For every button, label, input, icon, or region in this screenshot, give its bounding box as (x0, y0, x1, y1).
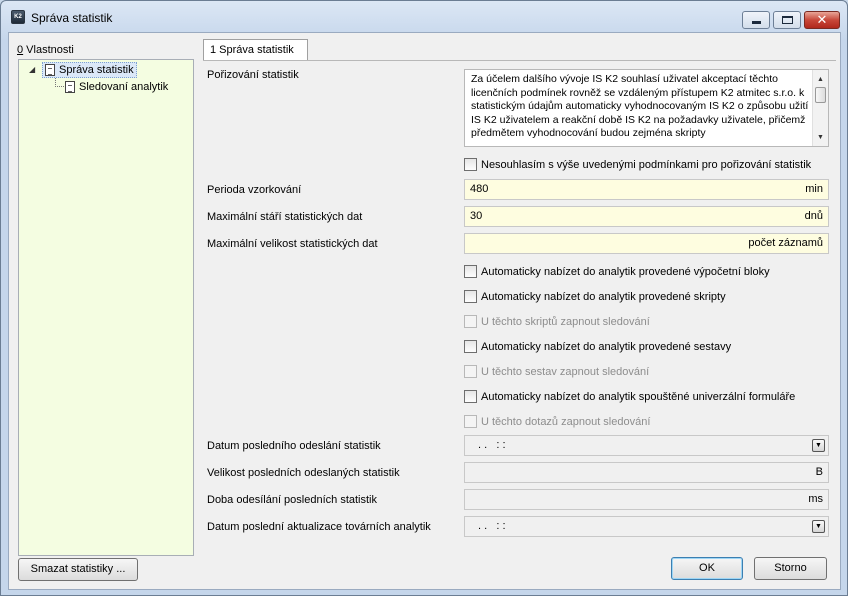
checkbox-label: Automaticky nabízet do analytik proveden… (481, 290, 726, 303)
checkbox-box (464, 365, 477, 378)
close-icon: ✕ (816, 12, 828, 27)
checkbox-label: Automaticky nabízet do analytik proveden… (481, 340, 732, 353)
velikost-label: Velikost posledních odeslaných statistik (207, 467, 400, 479)
field-unit: ms (808, 493, 823, 505)
checkbox-box[interactable] (464, 290, 477, 303)
tree-item-label: Správa statistik (59, 64, 134, 76)
check-sestavy[interactable]: Automaticky nabízet do analytik proveden… (464, 339, 731, 354)
maximize-icon (782, 16, 793, 24)
field-unit: B (815, 466, 823, 478)
checkbox-box (464, 415, 477, 428)
field-value: . . : : (478, 520, 506, 532)
checkbox-label: U těchto sestav zapnout sledování (481, 365, 650, 378)
check-sledovani-sestav: U těchto sestav zapnout sledování (464, 364, 649, 379)
tree-item-sledovani-analytik[interactable]: Sledovaní analytik (63, 79, 170, 95)
datum-aktualizace-select[interactable]: . . : : ▼ (464, 516, 829, 537)
max-velikost-input[interactable]: počet záznamů (464, 233, 829, 254)
close-button[interactable]: ✕ (804, 11, 840, 29)
field-value: 480 (470, 183, 489, 195)
dialog-client-area: 0 Vlastnosti ◢ Správa statistik Sledovan… (8, 32, 841, 590)
scroll-thumb[interactable] (815, 87, 826, 103)
field-unit: min (805, 183, 823, 195)
document-icon (45, 64, 55, 76)
check-vypocetni-bloky[interactable]: Automaticky nabízet do analytik proveden… (464, 264, 770, 279)
app-icon: K2 (11, 10, 25, 24)
properties-tree[interactable]: ◢ Správa statistik Sledovaní analytik (18, 59, 194, 556)
tab-sprava-statistik[interactable]: 1 Správa statistik (203, 39, 308, 61)
max-stari-input[interactable]: 30 dnů (464, 206, 829, 227)
scroll-up-icon[interactable]: ▲ (813, 73, 828, 87)
field-value: . . : : (478, 439, 506, 451)
perioda-label: Perioda vzorkování (207, 184, 302, 196)
documents-icon (65, 81, 75, 93)
clear-statistics-button[interactable]: Smazat statistiky ... (18, 558, 138, 581)
checkbox-box[interactable] (464, 158, 477, 171)
max-velikost-label: Maximální velikost statistických dat (207, 238, 378, 250)
check-sledovani-dotazu: U těchto dotazů zapnout sledování (464, 414, 650, 429)
minimize-icon (752, 21, 761, 24)
license-scrollbar[interactable]: ▲ ▼ (812, 70, 828, 146)
checkbox-label: U těchto dotazů zapnout sledování (481, 415, 651, 428)
license-textarea[interactable]: Za účelem dalšího vývoje IS K2 souhlasí … (464, 69, 829, 147)
check-skripty[interactable]: Automaticky nabízet do analytik proveden… (464, 289, 726, 304)
dropdown-icon[interactable]: ▼ (812, 520, 825, 533)
dropdown-icon[interactable]: ▼ (812, 439, 825, 452)
ok-button[interactable]: OK (671, 557, 743, 580)
title-bar[interactable]: K2 Správa statistik ✕ (1, 1, 847, 31)
disagree-checkbox[interactable]: Nesouhlasím s výše uvedenými podmínkami … (464, 157, 811, 172)
tree-item-sprava-statistik[interactable]: Správa statistik (42, 62, 137, 78)
checkbox-label: U těchto skriptů zapnout sledování (481, 315, 650, 328)
checkbox-box (464, 315, 477, 328)
checkbox-label: Nesouhlasím s výše uvedenými podmínkami … (481, 158, 812, 171)
field-unit: dnů (804, 210, 823, 222)
tree-collapse-icon[interactable]: ◢ (29, 65, 35, 74)
checkbox-box[interactable] (464, 265, 477, 278)
velikost-field: B (464, 462, 829, 483)
checkbox-box[interactable] (464, 340, 477, 353)
check-univerzalni-formulare[interactable]: Automaticky nabízet do analytik spouštěn… (464, 389, 795, 404)
cancel-button[interactable]: Storno (754, 557, 827, 580)
properties-label: 0 Vlastnosti (17, 44, 74, 56)
scroll-down-icon[interactable]: ▼ (813, 131, 828, 145)
tree-item-label: Sledovaní analytik (79, 81, 169, 93)
datum-odeslani-select[interactable]: . . : : ▼ (464, 435, 829, 456)
minimize-button[interactable] (742, 11, 770, 29)
doba-label: Doba odesílání posledních statistik (207, 494, 377, 506)
max-stari-label: Maximální stáří statistických dat (207, 211, 363, 223)
checkbox-label: Automaticky nabízet do analytik spouštěn… (481, 390, 796, 403)
check-sledovani-skriptu: U těchto skriptů zapnout sledování (464, 314, 650, 329)
checkbox-box[interactable] (464, 390, 477, 403)
field-value: 30 (470, 210, 483, 222)
maximize-button[interactable] (773, 11, 801, 29)
datum-aktualizace-label: Datum poslední aktualizace továrních ana… (207, 521, 431, 533)
doba-field: ms (464, 489, 829, 510)
window-title: Správa statistik (31, 11, 113, 25)
perioda-input[interactable]: 480 min (464, 179, 829, 200)
checkbox-label: Automaticky nabízet do analytik proveden… (481, 265, 770, 278)
license-text: Za účelem dalšího vývoje IS K2 souhlasí … (471, 73, 809, 139)
tab-divider (203, 60, 836, 61)
porizovani-label: Pořizování statistik (207, 69, 299, 81)
field-unit: počet záznamů (748, 237, 823, 249)
datum-odeslani-label: Datum posledního odeslání statistik (207, 440, 381, 452)
dialog-window: K2 Správa statistik ✕ 0 Vlastnosti ◢ Spr… (0, 0, 848, 596)
